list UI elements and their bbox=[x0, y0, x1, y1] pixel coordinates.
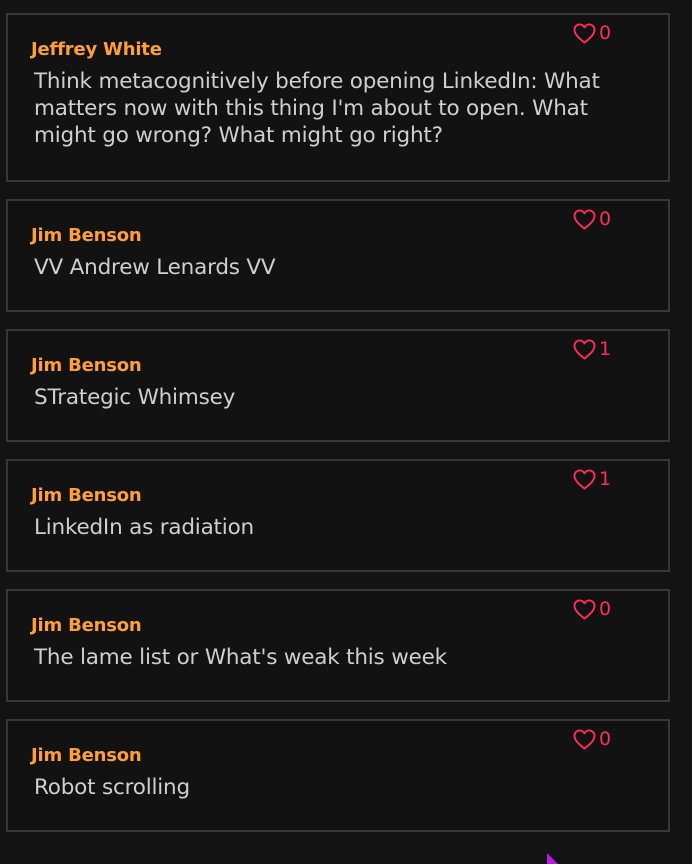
post-text: The lame list or What's weak this week bbox=[34, 645, 447, 670]
like-button[interactable]: 0 bbox=[573, 23, 611, 44]
post-author[interactable]: Jim Benson bbox=[31, 615, 142, 636]
like-count: 0 bbox=[599, 598, 612, 620]
post-feed: 0 Jeffrey White Think metacognitively be… bbox=[6, 13, 670, 849]
like-button[interactable]: 0 bbox=[573, 209, 611, 230]
post-card[interactable]: 1 Jim Benson LinkedIn as radiation bbox=[6, 459, 670, 572]
post-text: Robot scrolling bbox=[34, 775, 190, 800]
post-card[interactable]: 0 Jeffrey White Think metacognitively be… bbox=[6, 13, 670, 182]
mouse-pointer-icon bbox=[547, 853, 558, 864]
post-author[interactable]: Jeffrey White bbox=[31, 39, 162, 60]
like-count: 0 bbox=[599, 208, 612, 230]
heart-outline-icon bbox=[573, 23, 596, 44]
like-button[interactable]: 1 bbox=[573, 339, 611, 360]
heart-outline-icon bbox=[573, 209, 596, 230]
post-card[interactable]: 1 Jim Benson STrategic Whimsey bbox=[6, 329, 670, 442]
post-author[interactable]: Jim Benson bbox=[31, 355, 142, 376]
post-card[interactable]: 0 Jim Benson The lame list or What's wea… bbox=[6, 589, 670, 702]
like-count: 0 bbox=[599, 22, 612, 44]
like-button[interactable]: 1 bbox=[573, 469, 611, 490]
heart-outline-icon bbox=[573, 599, 596, 620]
heart-outline-icon bbox=[573, 729, 596, 750]
like-count: 1 bbox=[599, 338, 612, 360]
like-button[interactable]: 0 bbox=[573, 599, 611, 620]
post-text: VV Andrew Lenards VV bbox=[34, 255, 276, 280]
post-text: Think metacognitively before opening Lin… bbox=[34, 69, 600, 148]
like-button[interactable]: 0 bbox=[573, 729, 611, 750]
like-count: 0 bbox=[599, 728, 612, 750]
post-author[interactable]: Jim Benson bbox=[31, 225, 142, 246]
post-author[interactable]: Jim Benson bbox=[31, 485, 142, 506]
post-card[interactable]: 0 Jim Benson Robot scrolling bbox=[6, 719, 670, 832]
post-author[interactable]: Jim Benson bbox=[31, 745, 142, 766]
post-text: STrategic Whimsey bbox=[34, 385, 236, 410]
post-card[interactable]: 0 Jim Benson VV Andrew Lenards VV bbox=[6, 199, 670, 312]
post-text: LinkedIn as radiation bbox=[34, 515, 254, 540]
heart-outline-icon bbox=[573, 339, 596, 360]
like-count: 1 bbox=[599, 468, 612, 490]
heart-outline-icon bbox=[573, 469, 596, 490]
